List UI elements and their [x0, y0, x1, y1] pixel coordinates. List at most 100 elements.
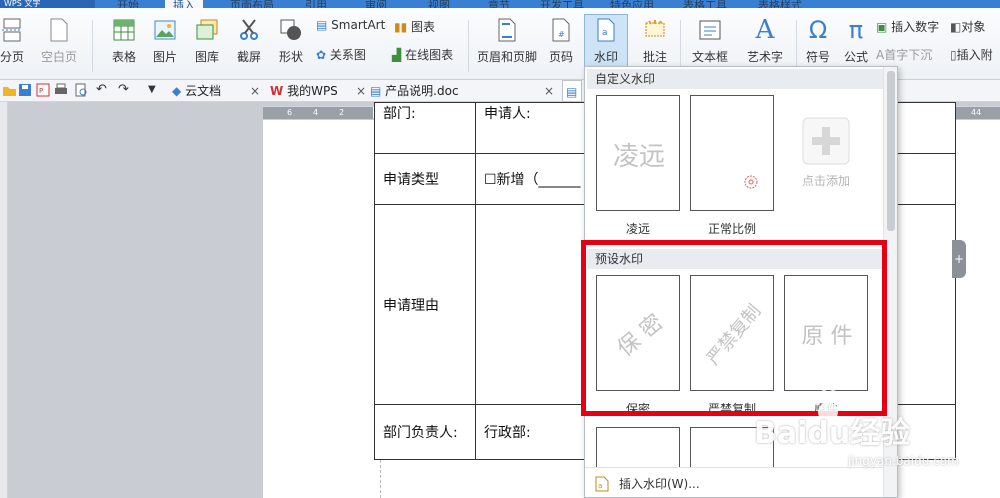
online-chart-button[interactable]: ▟ 在线图表	[392, 46, 453, 63]
tab-view[interactable]: 视图	[428, 0, 450, 8]
ruler-number: 44	[971, 108, 982, 117]
print-icon[interactable]	[54, 83, 68, 97]
custom-watermark-normal-ratio[interactable]	[690, 95, 774, 211]
close-icon[interactable]: ×	[544, 80, 554, 102]
divider	[92, 20, 93, 72]
relation-button[interactable]: ✿ 关系图	[316, 46, 366, 63]
page-break-button[interactable]: 分页	[0, 18, 30, 65]
table-cell[interactable]: 申请类型	[374, 153, 476, 205]
stamp-icon	[744, 175, 758, 189]
insert-watermark-icon: a	[595, 476, 609, 492]
scrollbar-thumb[interactable]	[887, 71, 895, 231]
cloud-icon: ◆	[172, 84, 182, 98]
table-cell[interactable]: 申请理由	[374, 204, 476, 405]
custom-watermark-lingyuan[interactable]: 凌远	[596, 95, 680, 211]
object-button[interactable]: ◧对象	[950, 18, 985, 35]
art-text-button[interactable]: A 艺术字	[738, 15, 792, 65]
pi-icon: π	[848, 16, 864, 44]
close-icon[interactable]: ×	[356, 80, 366, 102]
chart-button[interactable]: ▮▮ 图表	[394, 18, 435, 35]
comment-button[interactable]: 批注	[634, 18, 676, 65]
header-footer-button[interactable]: 页眉和页脚	[474, 18, 540, 65]
online-chart-icon: ▟	[392, 48, 402, 62]
divider	[796, 20, 797, 72]
object-icon: ◧	[950, 20, 962, 34]
doc-icon: ▤	[566, 85, 578, 99]
svg-text:#: #	[558, 30, 565, 39]
ruler-number: 4	[313, 108, 319, 117]
divider	[468, 20, 469, 72]
picture-button[interactable]: 图片	[144, 18, 186, 65]
insert-attachment-button[interactable]: ▯插入附	[950, 46, 993, 63]
insert-number-button[interactable]: ▣ 插入数字	[876, 18, 939, 35]
drop-cap-button[interactable]: A首字下沉	[876, 46, 932, 63]
picture-icon	[154, 20, 176, 40]
svg-text:P: P	[39, 87, 43, 95]
print-preview-icon[interactable]	[74, 83, 88, 97]
shape-button[interactable]: 形状	[270, 18, 312, 65]
export-pdf-icon[interactable]: P	[36, 83, 50, 97]
table-cell[interactable]: 部门负责人:	[374, 404, 476, 460]
relation-icon: ✿	[316, 48, 327, 62]
page-margin-guide	[380, 460, 381, 498]
page-break-icon	[2, 18, 22, 42]
doc-icon: ▤	[370, 84, 382, 98]
add-watermark-label: 点击添加	[801, 174, 850, 188]
shape-icon	[280, 19, 301, 40]
custom-watermark-header: 自定义水印	[587, 69, 883, 89]
textbox-icon	[699, 20, 721, 40]
tab-insert[interactable]: 插入	[165, 0, 203, 8]
folder-icon[interactable]	[2, 83, 16, 97]
watermark-caption: 正常比例	[707, 222, 756, 236]
smartart-button[interactable]: ▤ SmartArt	[316, 18, 385, 32]
gallery-icon	[196, 19, 218, 40]
chevron-down-icon[interactable]: ▼	[148, 83, 162, 97]
svg-text:a: a	[602, 28, 608, 38]
comment-icon	[645, 20, 665, 37]
tab-developer[interactable]: 开发工具	[540, 0, 584, 8]
insert-watermark-footer[interactable]: a 插入水印(W)...	[585, 467, 885, 497]
tab-my-wps[interactable]: W 我的WPS ×	[270, 80, 370, 102]
divider	[680, 20, 681, 72]
table-cell[interactable]: 部门:	[374, 102, 476, 154]
attachment-icon: ▯	[950, 48, 957, 62]
watermark-icon: a	[597, 18, 615, 42]
table-button[interactable]: 表格	[100, 18, 148, 65]
tab-features[interactable]: 特色应用	[610, 0, 654, 8]
tab-table-tools[interactable]: 表格工具	[683, 0, 727, 8]
tab-document[interactable]: ▤ 产品说明.doc ×	[370, 80, 560, 102]
symbol-button[interactable]: Ω 符号	[798, 18, 838, 65]
tab-review[interactable]: 审阅	[365, 0, 387, 8]
add-icon	[802, 117, 850, 165]
save-icon[interactable]	[18, 83, 32, 97]
number-icon: ▣	[876, 20, 888, 34]
gallery-button[interactable]: 图库	[186, 18, 228, 65]
watermark-button[interactable]: a 水印	[584, 14, 628, 70]
tab-chapter[interactable]: 章节	[488, 0, 510, 8]
insert-watermark-label: 插入水印(W)...	[619, 477, 700, 491]
tab-table-style[interactable]: 表格样式	[758, 0, 802, 8]
tab-page-layout[interactable]: 页面布局	[230, 0, 274, 8]
close-icon[interactable]: ×	[250, 80, 260, 102]
add-watermark-button[interactable]: 点击添加	[784, 95, 868, 211]
art-text-icon: A	[755, 15, 775, 45]
blank-page-button[interactable]: 空白页	[36, 18, 82, 65]
tab-home[interactable]: 开始	[117, 0, 139, 8]
smartart-icon: ▤	[316, 18, 328, 32]
textbox-button[interactable]: 文本框	[684, 18, 736, 65]
tab-references[interactable]: 引用	[305, 0, 327, 8]
tab-cloud-docs[interactable]: ◆ 云文档 ×	[172, 80, 262, 102]
blank-page-icon	[50, 18, 68, 42]
formula-button[interactable]: π 公式	[838, 18, 874, 65]
menu-tabs: 开始 插入 页面布局 引用 审阅 视图 章节 开发工具 特色应用 表格工具 表格…	[95, 0, 1000, 8]
app-title[interactable]: WPS 文字	[0, 0, 95, 8]
ruler-number: 2	[339, 108, 345, 117]
page-number-button[interactable]: # 页码	[540, 18, 582, 65]
left-nav-strip	[0, 102, 8, 498]
redo-icon[interactable]: ↷	[118, 83, 132, 97]
tab-document-active[interactable]: ▤	[562, 80, 582, 102]
expand-sidebar-button[interactable]: +	[952, 240, 966, 278]
undo-icon[interactable]: ↶	[96, 83, 110, 97]
watermark-preview-text: 凌远	[612, 141, 665, 172]
screenshot-button[interactable]: 截屏	[228, 18, 270, 65]
